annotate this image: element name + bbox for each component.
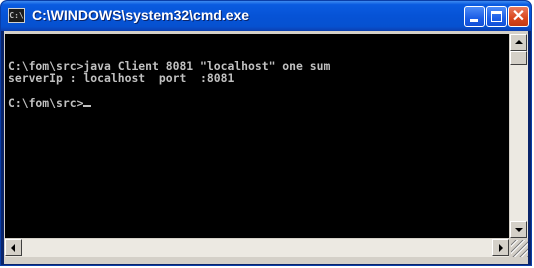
vertical-scrollbar[interactable] [510, 34, 528, 238]
arrow-left-icon [11, 244, 15, 252]
scroll-up-button[interactable] [510, 34, 527, 51]
scroll-down-button[interactable] [510, 221, 527, 238]
resize-grip-icon[interactable] [511, 240, 528, 257]
cmd-icon[interactable]: C:\ [8, 8, 25, 23]
arrow-down-icon [515, 228, 523, 232]
scroll-right-button[interactable] [492, 239, 509, 256]
console-output[interactable]: C:\fom\src>java Client 8081 "localhost" … [5, 34, 509, 238]
console-prompt: C:\fom\src> [8, 96, 84, 110]
close-icon: ✕ [511, 8, 526, 25]
horizontal-scrollbar[interactable] [5, 239, 509, 257]
minimize-icon [470, 19, 478, 22]
maximize-button[interactable] [486, 6, 507, 27]
minimize-button[interactable] [464, 6, 485, 27]
console-line-text: serverIp : localhost port :8081 [8, 71, 235, 85]
close-button[interactable]: ✕ [508, 6, 529, 27]
arrow-up-icon [515, 40, 523, 44]
arrow-right-icon [499, 244, 503, 252]
title-bar[interactable]: C:\ C:\WINDOWS\system32\cmd.exe ✕ [1, 1, 531, 31]
window-client-area: C:\fom\src>java Client 8081 "localhost" … [4, 31, 528, 264]
maximize-icon [491, 11, 502, 22]
text-cursor [83, 105, 92, 107]
window-title: C:\WINDOWS\system32\cmd.exe [32, 7, 250, 23]
cmd-window: C:\ C:\WINDOWS\system32\cmd.exe ✕ C:\fom… [0, 0, 532, 266]
console-line: serverIp : localhost port :8081 [8, 72, 234, 84]
vertical-scroll-thumb[interactable] [510, 51, 527, 65]
console-prompt-line[interactable]: C:\fom\src> [8, 96, 92, 110]
scroll-left-button[interactable] [5, 239, 22, 256]
